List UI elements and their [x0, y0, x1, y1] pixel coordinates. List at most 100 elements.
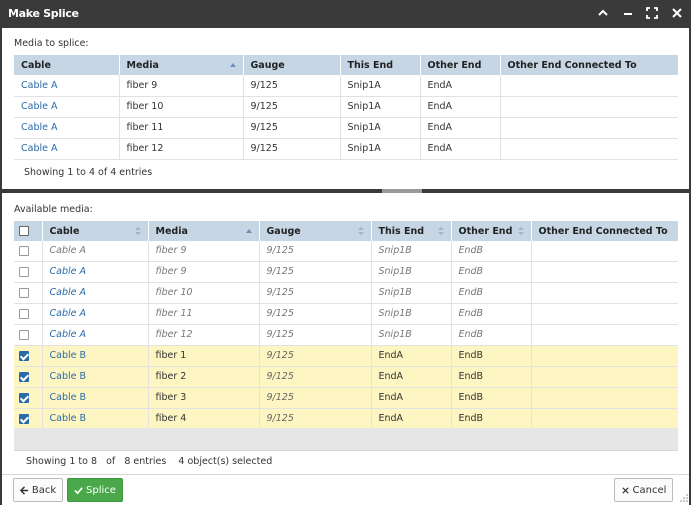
- splice-button-label: Splice: [86, 484, 116, 496]
- available-media-label: Available media:: [14, 204, 93, 215]
- media-cell: fiber 11: [119, 117, 244, 139]
- filter-checkbox-cell[interactable]: [14, 241, 43, 262]
- checkbox-cell[interactable]: [14, 303, 43, 325]
- column-header-media-label: Media: [155, 225, 188, 237]
- arrow-left-icon: [19, 485, 28, 495]
- other-end-cell: EndB: [451, 408, 532, 430]
- column-header-cable[interactable]: Cable: [14, 55, 120, 75]
- column-header-cable[interactable]: Cable: [42, 221, 149, 241]
- checkbox-cell[interactable]: [14, 282, 43, 304]
- column-header-this-end[interactable]: This End: [371, 221, 452, 241]
- row-checkbox-checked[interactable]: [19, 392, 29, 403]
- row-checkbox-checked[interactable]: [19, 413, 29, 424]
- select-all-checkbox[interactable]: [19, 226, 29, 236]
- row-checkbox[interactable]: [19, 266, 29, 277]
- checkbox-cell[interactable]: [14, 324, 43, 346]
- filter-gauge[interactable]: 9/125: [259, 241, 372, 262]
- row-checkbox[interactable]: [19, 287, 29, 298]
- splice-button[interactable]: Splice: [67, 478, 123, 502]
- cable-link[interactable]: Cable A: [42, 303, 149, 325]
- status-entries: 8 entries: [124, 456, 167, 467]
- gauge-cell: 9/125: [259, 303, 372, 325]
- cable-link[interactable]: Cable A: [42, 324, 149, 346]
- close-button[interactable]: [670, 6, 684, 20]
- gauge-cell: 9/125: [259, 261, 372, 283]
- collapse-button[interactable]: [596, 6, 610, 20]
- column-header-other-end[interactable]: Other End: [420, 55, 501, 75]
- connected-to-cell: [500, 117, 678, 139]
- media-cell: fiber 10: [119, 96, 244, 118]
- select-all-header[interactable]: [14, 221, 43, 241]
- cable-link[interactable]: Cable A: [14, 75, 120, 97]
- cable-link[interactable]: Cable B: [42, 366, 149, 388]
- connected-to-cell: [500, 75, 678, 97]
- panel-splitter[interactable]: [2, 189, 689, 193]
- cable-link[interactable]: Cable A: [14, 117, 120, 139]
- row-checkbox-checked[interactable]: [19, 350, 29, 361]
- column-header-media[interactable]: Media: [119, 55, 244, 75]
- column-header-other-end[interactable]: Other End: [451, 221, 532, 241]
- cable-link[interactable]: Cable B: [42, 408, 149, 430]
- table-row[interactable]: Cable A fiber 10 9/125 Snip1B EndB: [14, 282, 678, 304]
- this-end-cell: Snip1B: [371, 303, 452, 325]
- table-row[interactable]: Cable A fiber 12 9/125 Snip1A EndA: [14, 138, 678, 160]
- cable-link[interactable]: Cable A: [14, 138, 120, 160]
- media-cell: fiber 10: [148, 282, 260, 304]
- column-header-gauge[interactable]: Gauge: [243, 55, 341, 75]
- other-end-cell: EndB: [451, 303, 532, 325]
- table-row[interactable]: Cable A fiber 11 9/125 Snip1A EndA: [14, 117, 678, 139]
- this-end-cell: Snip1B: [371, 282, 452, 304]
- checkbox-cell[interactable]: [14, 387, 43, 409]
- gauge-cell: 9/125: [259, 408, 372, 430]
- gauge-cell: 9/125: [259, 387, 372, 409]
- splitter-handle[interactable]: [382, 189, 422, 193]
- table-row[interactable]: Cable A fiber 9 9/125 Snip1A EndA: [14, 75, 678, 97]
- row-checkbox[interactable]: [19, 245, 29, 256]
- table-row[interactable]: Cable B fiber 4 9/125 EndA EndB: [14, 408, 678, 430]
- table-row[interactable]: Cable A fiber 9 9/125 Snip1B EndB: [14, 261, 678, 283]
- divider: [14, 450, 678, 451]
- checkbox-cell[interactable]: [14, 261, 43, 283]
- minimize-button[interactable]: [621, 6, 635, 20]
- back-button[interactable]: Back: [13, 478, 63, 502]
- maximize-button[interactable]: [645, 6, 659, 20]
- cable-link[interactable]: Cable A: [42, 282, 149, 304]
- cable-link[interactable]: Cable B: [42, 387, 149, 409]
- filter-cable[interactable]: Cable A: [42, 241, 149, 262]
- checkbox-cell[interactable]: [14, 408, 43, 430]
- cable-link[interactable]: Cable A: [14, 96, 120, 118]
- table-row[interactable]: Cable A fiber 10 9/125 Snip1A EndA: [14, 96, 678, 118]
- table-row[interactable]: Cable B fiber 3 9/125 EndA EndB: [14, 387, 678, 409]
- row-checkbox[interactable]: [19, 308, 29, 319]
- column-header-media[interactable]: Media: [148, 221, 260, 241]
- filter-connected-to[interactable]: [531, 241, 678, 262]
- table-row[interactable]: Cable A fiber 12 9/125 Snip1B EndB: [14, 324, 678, 346]
- table-row[interactable]: Cable B fiber 1 9/125 EndA EndB: [14, 345, 678, 367]
- column-header-gauge[interactable]: Gauge: [259, 221, 372, 241]
- this-end-cell: EndA: [371, 408, 452, 430]
- sort-asc-icon: [229, 63, 236, 67]
- cable-link[interactable]: Cable B: [42, 345, 149, 367]
- filter-this-end[interactable]: Snip1B: [371, 241, 452, 262]
- filter-other-end[interactable]: EndB: [451, 241, 532, 262]
- table-row[interactable]: Cable B fiber 2 9/125 EndA EndB: [14, 366, 678, 388]
- media-to-splice-label: Media to splice:: [14, 38, 89, 49]
- table-row[interactable]: Cable A fiber 11 9/125 Snip1B EndB: [14, 303, 678, 325]
- gauge-cell: 9/125: [243, 96, 341, 118]
- media-cell: fiber 3: [148, 387, 260, 409]
- checkbox-cell[interactable]: [14, 345, 43, 367]
- column-header-other-end-connected-to[interactable]: Other End Connected To: [500, 55, 678, 75]
- connected-to-cell: [531, 366, 678, 388]
- gauge-cell: 9/125: [243, 117, 341, 139]
- back-button-label: Back: [31, 484, 57, 496]
- cable-link[interactable]: Cable A: [42, 261, 149, 283]
- checkbox-cell[interactable]: [14, 366, 43, 388]
- resize-grip-icon[interactable]: [680, 494, 688, 502]
- column-header-other-end-connected-to[interactable]: Other End Connected To: [531, 221, 678, 241]
- filter-row[interactable]: Cable A fiber 9 9/125 Snip1B EndB: [14, 241, 678, 262]
- cancel-button[interactable]: Cancel: [614, 478, 673, 502]
- row-checkbox[interactable]: [19, 329, 29, 340]
- row-checkbox-checked[interactable]: [19, 371, 29, 382]
- filter-media[interactable]: fiber 9: [148, 241, 260, 262]
- column-header-this-end[interactable]: This End: [340, 55, 421, 75]
